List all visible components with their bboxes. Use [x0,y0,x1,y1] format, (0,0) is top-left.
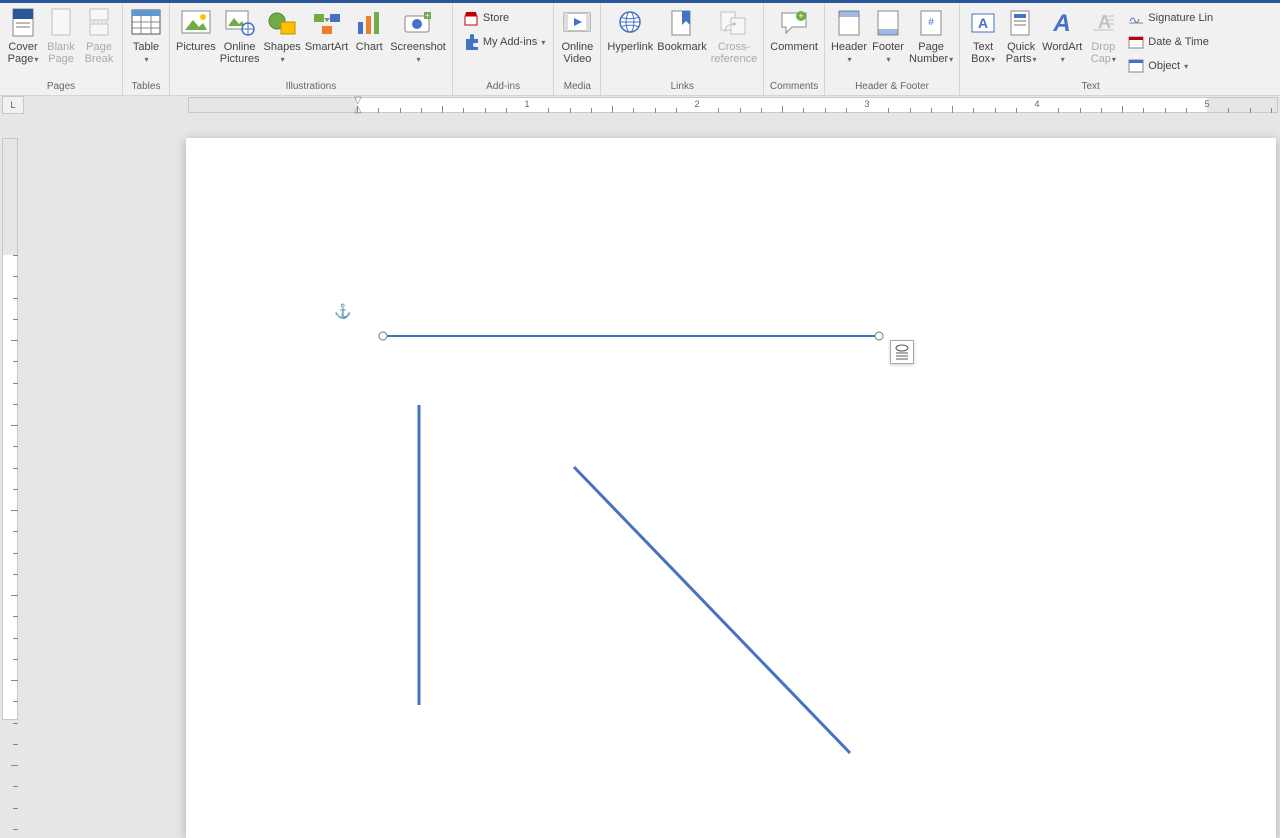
wordart-icon: A [1048,10,1076,36]
footer-icon [876,9,900,37]
online-pictures-icon [225,10,255,36]
group-label-tables: Tables [132,80,161,94]
anchor-icon: ⚓ [334,303,351,320]
addins-icon [463,34,479,50]
cross-reference-button[interactable]: Cross- reference [709,4,759,65]
group-label-pages: Pages [47,80,75,94]
ruler-row: L 12345▽△ [0,96,1280,114]
page-break-button[interactable]: Page Break [80,4,118,65]
shapes-icon [267,10,297,36]
table-icon [131,9,161,37]
screenshot-button[interactable]: + Screenshot▾ [388,4,448,66]
blank-page-icon [49,8,73,38]
bookmark-icon [669,9,695,37]
group-comments: + Comment Comments [764,3,825,95]
layout-options-icon [894,344,910,360]
comment-button[interactable]: + Comment [768,4,820,53]
crossref-icon [719,10,749,36]
ruler-corner[interactable]: L [2,96,24,114]
comment-icon: + [779,10,809,36]
cover-page-icon [10,8,36,38]
text-box-icon: A [970,10,996,36]
footer-button[interactable]: Footer▾ [869,4,907,66]
drop-cap-button[interactable]: A Drop Cap▾ [1084,4,1122,66]
hyperlink-button[interactable]: Hyperlink [605,4,655,53]
group-media: Online Video Media [554,3,601,95]
smartart-button[interactable]: SmartArt [303,4,350,53]
selection-handle-right[interactable] [875,332,884,341]
group-label-illustrations: Illustrations [286,80,337,94]
vertical-ruler[interactable] [2,138,18,720]
quick-parts-icon [1008,9,1034,37]
group-addins: Store My Add-ins ▾ Add-ins [453,3,555,95]
shape-line-vertical[interactable] [416,405,422,705]
my-addins-button[interactable]: My Add-ins ▾ [459,32,550,52]
group-illustrations: Pictures Online Pictures Shapes▾ SmartAr… [170,3,453,95]
wordart-button[interactable]: A WordArt▾ [1040,4,1084,66]
pictures-icon [181,10,211,36]
group-label-media: Media [564,80,591,94]
chart-icon [356,10,382,36]
group-links: Hyperlink Bookmark Cross- reference Link… [601,3,764,95]
object-icon [1128,59,1144,73]
svg-text:A: A [978,15,988,31]
text-box-button[interactable]: A Text Box▾ [964,4,1002,66]
group-headerfooter: Header▾ Footer▾ # Page Number▾ Header & … [825,3,960,95]
blank-page-button[interactable]: Blank Page [42,4,80,65]
workspace: ⚓ [0,114,1280,720]
table-button[interactable]: Table▾ [127,4,165,66]
hyperlink-icon [615,10,645,36]
group-label-links: Links [671,80,694,94]
online-video-button[interactable]: Online Video [558,4,596,65]
shapes-button[interactable]: Shapes▾ [262,4,303,66]
store-icon [463,10,479,26]
smartart-icon [312,10,342,36]
svg-text:#: # [928,17,934,28]
signature-icon [1128,11,1144,25]
quick-parts-button[interactable]: Quick Parts▾ [1002,4,1040,66]
object-button[interactable]: Object ▾ [1124,56,1217,76]
group-label-headerfooter: Header & Footer [855,80,929,94]
screenshot-icon: + [403,10,433,36]
svg-text:+: + [798,11,803,21]
group-label-text: Text [1081,80,1099,94]
group-pages: Cover Page▾ Blank Page Page Break Pages [0,3,123,95]
datetime-icon [1128,35,1144,49]
video-icon [562,10,592,36]
date-time-button[interactable]: Date & Time [1124,32,1217,52]
header-button[interactable]: Header▾ [829,4,869,66]
svg-text:A: A [1053,10,1071,36]
ribbon: Cover Page▾ Blank Page Page Break Pages … [0,3,1280,96]
group-label-comments: Comments [770,80,818,94]
online-pictures-button[interactable]: Online Pictures [218,4,262,65]
layout-options-button[interactable] [890,340,914,364]
shape-line-diagonal[interactable] [572,465,852,755]
page-number-button[interactable]: # Page Number▾ [907,4,955,66]
store-button[interactable]: Store [459,8,550,28]
bookmark-button[interactable]: Bookmark [655,4,709,53]
cover-page-button[interactable]: Cover Page▾ [4,4,42,66]
svg-text:+: + [425,11,430,20]
document-page[interactable]: ⚓ [186,138,1276,838]
pictures-button[interactable]: Pictures [174,4,218,53]
group-tables: Table▾ Tables [123,3,170,95]
page-break-icon [87,8,111,38]
shape-line-horizontal[interactable] [381,333,881,339]
svg-text:A: A [1098,12,1111,32]
group-text: A Text Box▾ Quick Parts▾ A WordArt▾ A Dr… [960,3,1221,95]
chart-button[interactable]: Chart [350,4,388,53]
group-label-addins: Add-ins [486,80,520,94]
drop-cap-icon: A [1090,10,1116,36]
selection-handle-left[interactable] [379,332,388,341]
page-number-icon: # [919,9,943,37]
signature-line-button[interactable]: Signature Lin [1124,8,1217,28]
horizontal-ruler[interactable]: 12345▽△ [188,97,1278,113]
header-icon [837,9,861,37]
